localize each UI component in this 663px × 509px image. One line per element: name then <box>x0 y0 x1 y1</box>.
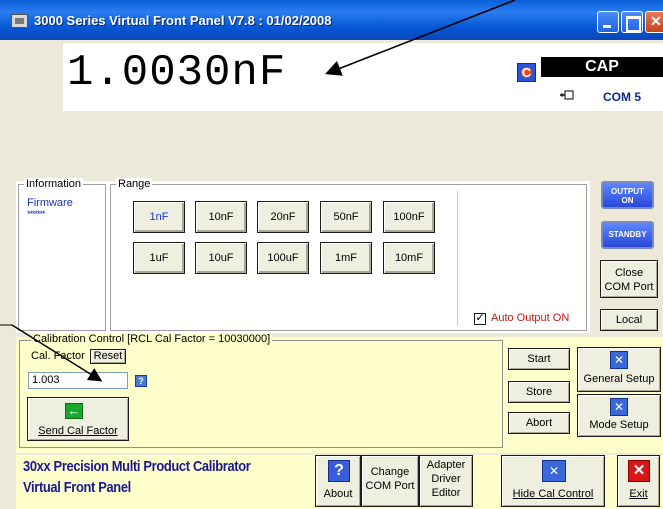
range-divider <box>457 191 458 326</box>
tools-icon: ✕ <box>610 351 628 369</box>
maximize-button[interactable] <box>621 11 643 33</box>
app-icon <box>11 14 28 28</box>
auto-output-label[interactable]: Auto Output ON <box>491 312 569 324</box>
auto-output-checkbox[interactable]: ✓ <box>474 313 486 325</box>
close-window-button[interactable] <box>645 11 663 33</box>
exit-icon: ✕ <box>628 460 650 482</box>
range-button-50nf[interactable]: 50nF <box>320 201 372 233</box>
local-button[interactable]: Local <box>600 309 658 331</box>
firmware-label: Firmware <box>27 197 73 209</box>
range-button-10uf[interactable]: 10uF <box>195 242 247 274</box>
standby-button[interactable]: STANDBY <box>601 221 654 249</box>
information-legend: Information <box>24 178 84 190</box>
app-window: 3000 Series Virtual Front Panel V7.8 : 0… <box>0 0 663 509</box>
exit-button[interactable]: ✕ Exit <box>617 455 660 507</box>
window-title: 3000 Series Virtual Front Panel V7.8 : 0… <box>34 13 332 28</box>
start-button[interactable]: Start <box>508 348 570 370</box>
range-button-1mf[interactable]: 1mF <box>320 242 372 274</box>
information-group: Information Firmware ******* <box>18 178 106 331</box>
range-button-100nf[interactable]: 100nF <box>383 201 435 233</box>
hide-cal-control-button[interactable]: ✕ Hide Cal Control <box>501 455 605 507</box>
calibration-legend: Calibration Control [RCL Cal Factor = 10… <box>31 333 273 345</box>
cal-factor-input[interactable]: 1.003 <box>28 372 128 389</box>
com-port-label: COM 5 <box>603 90 642 104</box>
adapter-driver-editor-button[interactable]: Adapter Driver Editor <box>419 455 473 507</box>
cal-factor-label: Cal. Factor <box>31 350 85 362</box>
minimize-button[interactable] <box>597 11 619 33</box>
plug-icon <box>560 90 574 100</box>
brand-subtitle: Virtual Front Panel <box>23 479 131 496</box>
output-on-button[interactable]: OUTPUT ON <box>601 181 654 209</box>
range-button-100uf[interactable]: 100uF <box>257 242 309 274</box>
abort-button[interactable]: Abort <box>508 412 570 434</box>
range-button-20nf[interactable]: 20nF <box>257 201 309 233</box>
firmware-value: ******* <box>27 209 46 219</box>
capacitance-mode-icon: C <box>517 63 536 82</box>
store-button[interactable]: Store <box>508 381 570 403</box>
reset-button[interactable]: Reset <box>90 349 126 364</box>
close-com-port-button[interactable]: Close COM Port <box>600 260 658 298</box>
title-bar[interactable]: 3000 Series Virtual Front Panel V7.8 : 0… <box>0 0 663 40</box>
help-icon: ? <box>328 460 350 482</box>
tools-icon: ✕ <box>542 460 566 482</box>
mode-indicator: CAP <box>541 57 663 77</box>
help-icon[interactable]: ? <box>135 375 147 387</box>
range-button-1nf[interactable]: 1nF <box>133 201 185 233</box>
change-com-port-button[interactable]: Change COM Port <box>361 455 419 507</box>
range-button-10mf[interactable]: 10mF <box>383 242 435 274</box>
reading-value: 1.0030nF <box>67 48 287 98</box>
green-arrow-icon: ← <box>65 403 83 419</box>
range-legend: Range <box>116 178 153 190</box>
tools-icon: ✕ <box>610 398 628 416</box>
reading-display: 1.0030nF C CAP COM 5 <box>63 43 663 111</box>
about-button[interactable]: ? About <box>315 455 361 507</box>
brand-title: 30xx Precision Multi Product Calibrator <box>23 458 251 475</box>
range-button-10nf[interactable]: 10nF <box>195 201 247 233</box>
range-button-1uf[interactable]: 1uF <box>133 242 185 274</box>
